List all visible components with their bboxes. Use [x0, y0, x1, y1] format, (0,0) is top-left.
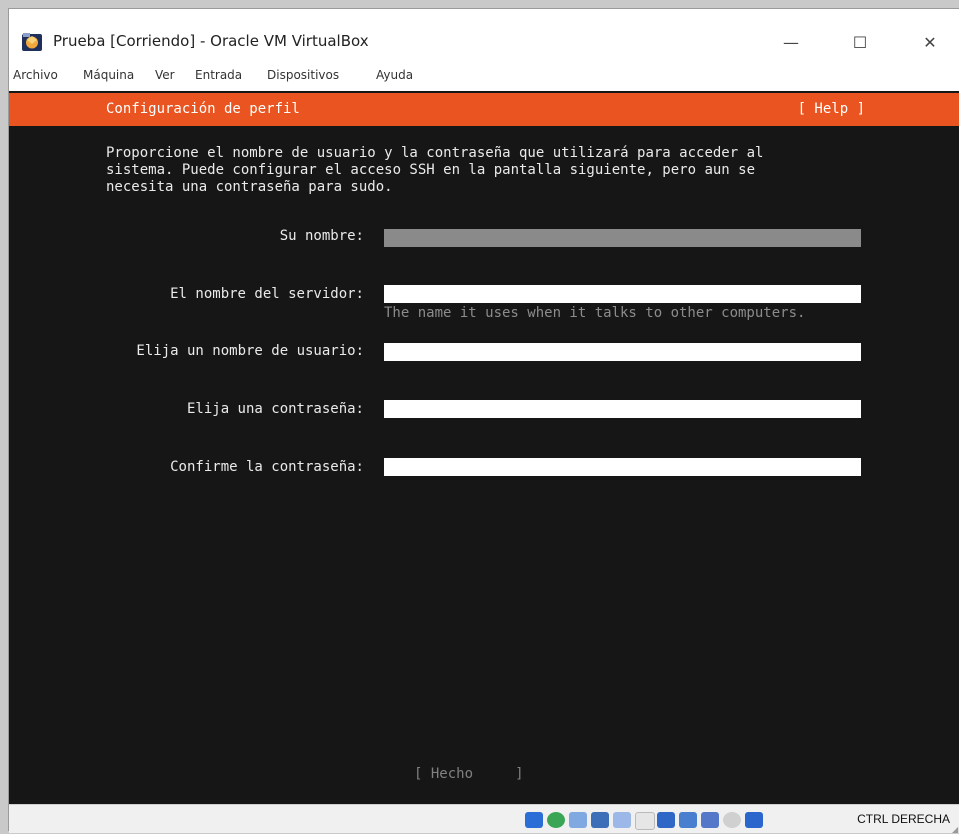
intro-text: Proporcione el nombre de usuario y la co… — [106, 145, 876, 196]
video-capture-icon[interactable] — [679, 812, 697, 828]
minimize-button[interactable]: — — [768, 25, 814, 59]
intro-line: sistema. Puede configurar el acceso SSH … — [106, 162, 756, 178]
menu-ayuda[interactable]: Ayuda — [376, 68, 413, 82]
menu-maquina[interactable]: Máquina — [83, 68, 134, 82]
window-title: Prueba [Corriendo] - Oracle VM VirtualBo… — [53, 32, 369, 50]
close-button[interactable]: ✕ — [907, 25, 953, 59]
confirm-password-label: Confirme la contraseña: — [170, 459, 364, 475]
intro-line: necesita una contraseña para sudo. — [106, 179, 393, 195]
status-bar: CTRL DERECHA ◢ — [9, 804, 959, 834]
menu-bar: Archivo Máquina Ver Entrada Dispositivos… — [9, 60, 959, 90]
username-field[interactable] — [384, 343, 861, 361]
server-name-field[interactable] — [384, 285, 861, 303]
usb-icon[interactable] — [613, 812, 631, 828]
resize-grip-icon[interactable]: ◢ — [952, 825, 959, 834]
password-label: Elija una contraseña: — [186, 401, 364, 417]
password-field[interactable] — [384, 400, 861, 418]
installer-header: Configuración de perfil [ Help ] — [9, 93, 959, 126]
optical-drive-icon[interactable] — [547, 812, 565, 828]
title-bar: Prueba [Corriendo] - Oracle VM VirtualBo… — [9, 9, 959, 59]
menu-entrada[interactable]: Entrada — [195, 68, 242, 82]
username-label: Elija un nombre de usuario: — [136, 343, 364, 359]
mouse-integration-icon[interactable] — [745, 812, 763, 828]
intro-line: Proporcione el nombre de usuario y la co… — [106, 145, 764, 161]
done-button[interactable]: [ Hecho ] — [414, 766, 524, 782]
page-title: Configuración de perfil — [106, 101, 300, 117]
server-name-label: El nombre del servidor: — [170, 286, 364, 302]
vm-display[interactable]: Configuración de perfil [ Help ] Proporc… — [9, 91, 959, 804]
minimize-icon: — — [783, 32, 799, 52]
maximize-button[interactable]: ☐ — [837, 25, 883, 59]
maximize-icon: ☐ — [852, 32, 868, 52]
display-icon[interactable] — [657, 812, 675, 828]
host-key-label: CTRL DERECHA — [857, 812, 950, 826]
name-label: Su nombre: — [279, 228, 364, 244]
network-icon[interactable] — [591, 812, 609, 828]
virtualbox-logo-icon — [21, 31, 43, 53]
help-button[interactable]: [ Help ] — [798, 101, 865, 117]
cpu-activity-icon — [723, 812, 741, 828]
name-field[interactable] — [384, 229, 861, 247]
hard-disk-icon[interactable] — [525, 812, 543, 828]
menu-archivo[interactable]: Archivo — [13, 68, 58, 82]
menu-ver[interactable]: Ver — [155, 68, 175, 82]
confirm-password-field[interactable] — [384, 458, 861, 476]
shared-folders-icon[interactable] — [635, 812, 655, 830]
close-icon: ✕ — [923, 32, 937, 52]
server-name-hint: The name it uses when it talks to other … — [384, 305, 806, 321]
audio-icon[interactable] — [569, 812, 587, 828]
menu-dispositivos[interactable]: Dispositivos — [267, 68, 339, 82]
virtualbox-window: Prueba [Corriendo] - Oracle VM VirtualBo… — [8, 8, 959, 834]
recording-icon[interactable] — [701, 812, 719, 828]
